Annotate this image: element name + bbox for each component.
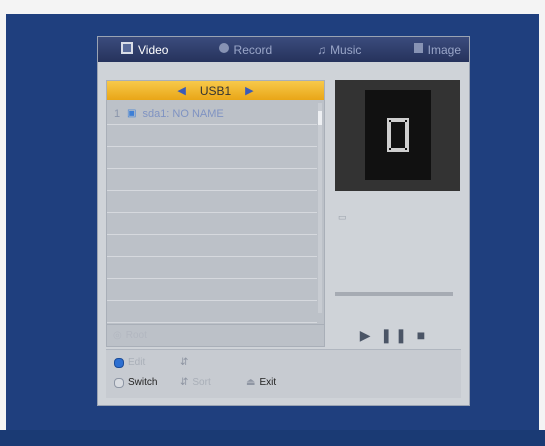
music-note-icon: ♫ [317,42,327,57]
tab-music-label: Music [330,42,362,57]
media-tab-bar: Video Record ♫ Music Image [98,37,469,62]
help-bar: Edit ⇵ Switch ⇵ Sort ⏏ Exit [106,349,461,398]
file-info-icon: ▭ [338,212,347,222]
image-icon [413,42,424,57]
file-list-panel: ◀ USB1 ▶ 1 ▣ sda1: NO NAME ◎ Root [106,80,325,347]
playback-controls: ▶ ❚❚ ■ [335,327,453,344]
switch-button-icon [114,377,124,388]
list-item [107,213,317,235]
preview-screen [365,90,431,180]
list-item [107,279,317,301]
playback-progress-bar[interactable] [335,292,453,296]
list-item[interactable]: 1 ▣ sda1: NO NAME [107,103,317,125]
tab-video-label: Video [138,42,169,57]
drive-icon: ▣ [127,108,137,119]
tab-image-label: Image [427,42,461,57]
folder-icon: ◎ [113,330,122,341]
list-item-index: 1 [113,107,121,120]
preview-pane [335,80,460,191]
list-item [107,125,317,147]
device-label: USB1 [199,83,232,98]
arrow-key-icon: ⇵ [180,357,189,368]
current-path-label: Root [125,330,147,341]
film-icon [120,41,134,58]
pause-icon[interactable]: ❚❚ [380,327,409,343]
list-item [107,257,317,279]
screen-bezel-bottom [0,430,545,446]
list-item [107,235,317,257]
edit-hint-label: Edit [128,357,146,368]
list-scrollbar[interactable] [318,103,322,313]
tab-video[interactable]: Video [112,37,206,62]
device-selector[interactable]: ◀ USB1 ▶ [107,81,324,100]
tab-record[interactable]: Record [210,37,304,62]
exit-button-icon: ⏏ [246,377,256,388]
tab-music[interactable]: ♫ Music [309,37,397,62]
switch-hint-label: Switch [128,377,158,388]
blue-button-icon [114,357,124,368]
stop-icon[interactable]: ■ [417,327,428,343]
screen-bezel-right [539,0,545,446]
arrow-right-icon[interactable]: ▶ [231,84,267,97]
sort-hint-label: Sort [192,377,211,388]
sort-icon: ⇵ [180,377,189,388]
play-icon[interactable]: ▶ [360,327,374,343]
arrow-left-icon[interactable]: ◀ [163,84,199,97]
film-strip-icon [387,118,409,152]
sort-hint: ⇵ Sort [180,377,211,388]
tab-image[interactable]: Image [405,37,469,62]
edit-hint: Edit [114,357,145,368]
switch-hint: Switch [114,377,157,388]
tab-record-label: Record [233,42,273,57]
exit-hint: ⏏ Exit [246,377,276,388]
screen-bezel-left [0,0,6,446]
record-icon [218,42,230,57]
current-path: ◎ Root [107,324,324,346]
screen-bezel-top [0,0,545,14]
sort-key-icon-row: ⇵ [180,357,188,368]
media-player-window: Video Record ♫ Music Image ◀ USB1 ▶ 1 ▣ … [98,37,469,405]
list-item-label: sda1: NO NAME [142,107,224,120]
list-item [107,147,317,169]
exit-hint-label: Exit [259,377,277,388]
list-item [107,191,317,213]
file-list: 1 ▣ sda1: NO NAME [107,103,317,323]
list-item [107,169,317,191]
scrollbar-thumb[interactable] [318,111,322,125]
list-item [107,301,317,323]
